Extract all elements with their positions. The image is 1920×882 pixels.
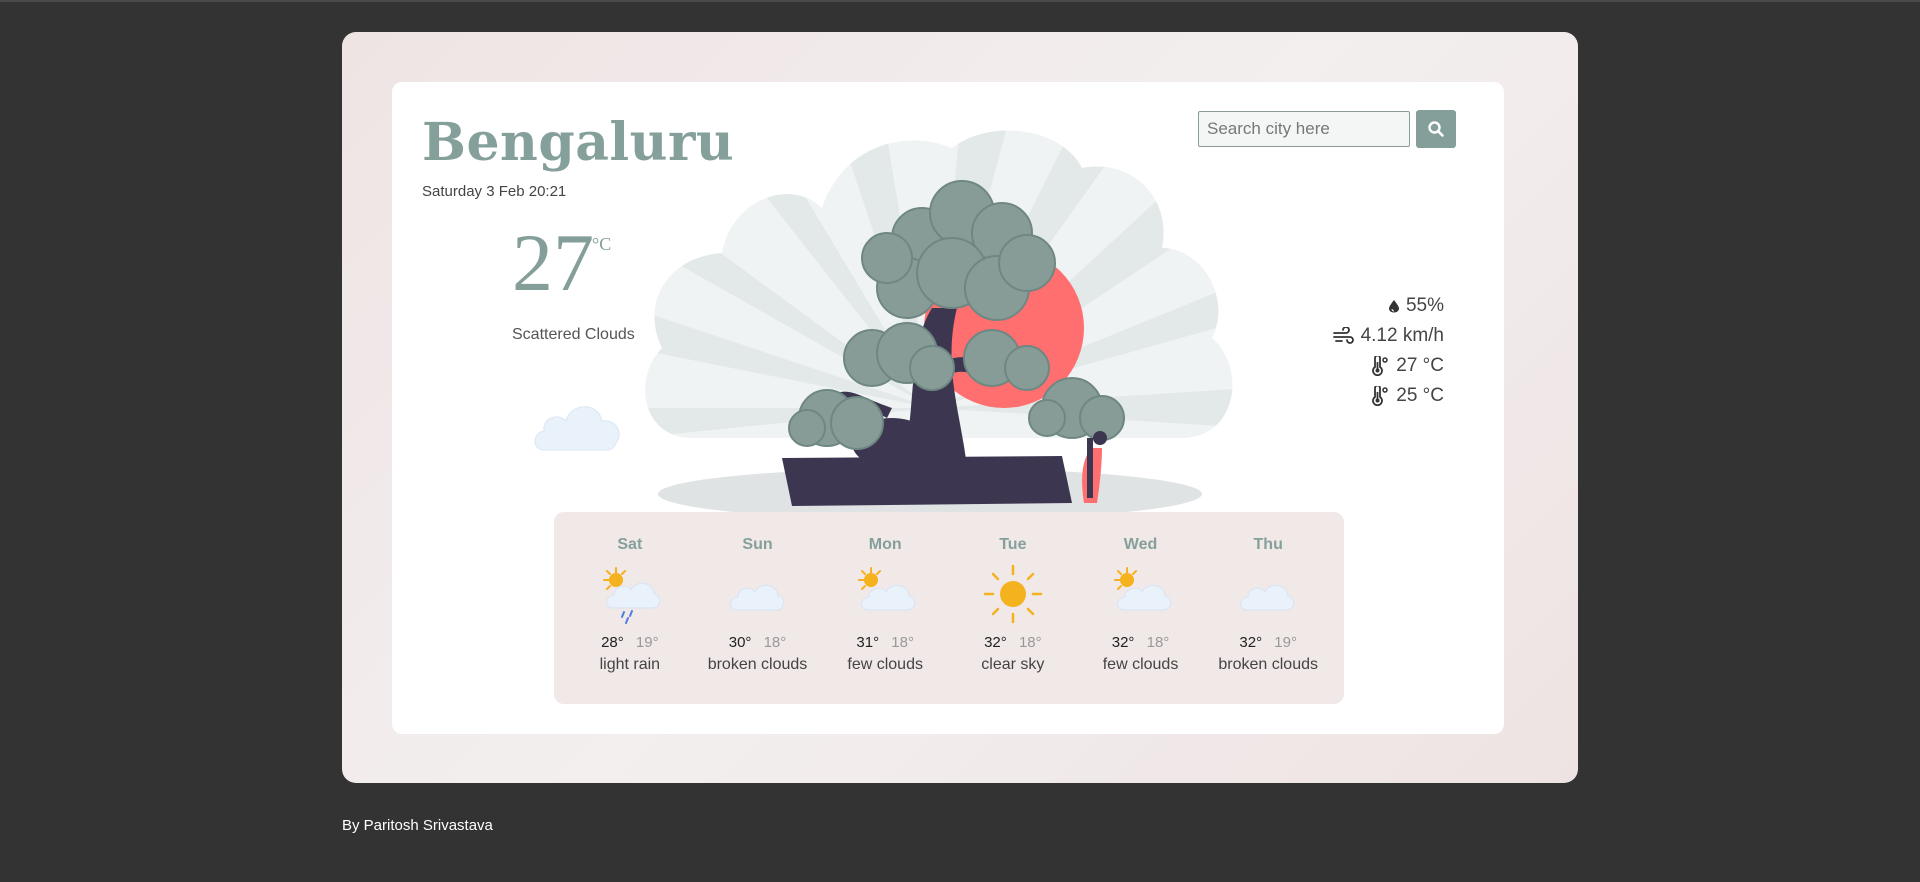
forecast-day: Thu 32° 19° broken clouds: [1204, 512, 1332, 704]
cloud-icon: [729, 584, 784, 611]
sun-cloud-icon: [1113, 567, 1171, 611]
forecast-day-name: Mon: [868, 536, 902, 553]
search-input[interactable]: [1198, 111, 1410, 147]
max-temp-stat: 27 °C: [1333, 351, 1444, 381]
forecast-high: 30°: [728, 634, 752, 651]
forecast-description: few clouds: [847, 656, 923, 673]
max-temp-value: 27 °C: [1396, 355, 1444, 376]
forecast-low: 18°: [891, 634, 914, 651]
forecast-description: broken clouds: [707, 656, 808, 673]
min-temp-stat: 25 °C: [1333, 381, 1444, 411]
forecast-low: 19°: [1274, 634, 1297, 651]
forecast-day-name: Sun: [742, 536, 773, 553]
sun-rain-cloud-icon: [602, 567, 661, 624]
humidity-stat: 55%: [1333, 291, 1444, 321]
forecast-panel: Sat 28° 19° light rain Sun 30° 18° broke…: [554, 512, 1344, 704]
forecast-low: 18°: [763, 634, 787, 651]
top-border: [0, 0, 1920, 2]
cloud-icon: [1240, 584, 1295, 611]
footer-credit: By Paritosh Srivastava: [342, 817, 493, 834]
date-time: Saturday 3 Feb 20:21: [422, 183, 567, 200]
forecast-day: Tue 32° 18° clear sky: [949, 512, 1077, 704]
forecast-day-name: Sat: [617, 536, 643, 553]
forecast-high: 32°: [1239, 634, 1263, 651]
weather-condition: Scattered Clouds: [512, 326, 635, 343]
weather-card: Bengaluru Saturday 3 Feb 20:21 27 °C Sca…: [392, 82, 1504, 734]
forecast-day-name: Thu: [1253, 536, 1283, 553]
forecast-description: clear sky: [981, 656, 1045, 673]
forecast-day-name: Wed: [1123, 536, 1158, 553]
min-temp-value: 25 °C: [1396, 385, 1444, 406]
thermometer-icon: [1372, 386, 1389, 406]
forecast-high: 31°: [856, 634, 880, 651]
forecast-day: Sun 30° 18° broken clouds: [694, 512, 822, 704]
humidity-value: 55%: [1405, 295, 1444, 316]
city-name: Bengaluru: [422, 112, 735, 173]
forecast-description: few clouds: [1102, 656, 1179, 673]
wind-icon: [1332, 327, 1354, 344]
search-bar: [1198, 110, 1456, 148]
forecast-day: Wed 32° 18° few clouds: [1077, 512, 1205, 704]
humidity-drop-icon: [1388, 300, 1399, 313]
forecast-day: Sat 28° 19° light rain: [566, 512, 694, 704]
search-icon: [1428, 121, 1444, 137]
forecast-day: Mon 31° 18° few clouds: [821, 512, 949, 704]
wind-value: 4.12 km/h: [1360, 325, 1444, 346]
sun-icon: [983, 564, 1043, 624]
forecast-high: 32°: [1111, 634, 1135, 651]
forecast-low: 19°: [635, 634, 659, 651]
cloud-icon: [534, 406, 620, 451]
current-temperature: 27: [512, 217, 594, 308]
forecast-description: light rain: [599, 656, 661, 673]
forecast-high: 32°: [984, 634, 1007, 651]
wind-stat: 4.12 km/h: [1332, 321, 1444, 351]
sun-cloud-icon: [858, 567, 916, 611]
forecast-description: broken clouds: [1218, 656, 1318, 673]
forecast-low: 18°: [1018, 634, 1042, 651]
forecast-low: 18°: [1146, 634, 1170, 651]
weather-stats: 55% 4.12 km/h 27 °C 25 °C: [1332, 291, 1444, 411]
forecast-high: 28°: [601, 634, 624, 651]
temperature-unit: °C: [592, 234, 612, 254]
thermometer-icon: [1372, 356, 1389, 376]
search-button[interactable]: [1416, 110, 1456, 148]
forecast-day-name: Tue: [999, 536, 1027, 553]
